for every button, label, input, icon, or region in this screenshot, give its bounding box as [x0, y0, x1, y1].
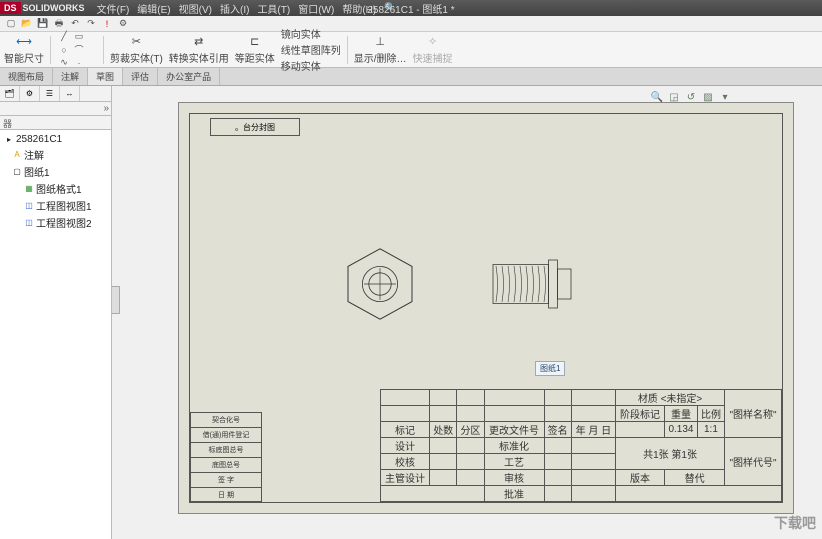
- sheet-icon: ▢: [12, 167, 22, 177]
- title-box: 。台分封图: [210, 118, 300, 136]
- smart-dimension-button[interactable]: ⟷ 智能尺寸: [4, 35, 44, 65]
- feature-tree: ▸258261C1 A注解 ▢图纸1 ▦图纸格式1 ◫工程图视图1 ◫工程图视图…: [0, 130, 111, 539]
- convert-icon: ⇄: [190, 35, 208, 49]
- options-icon[interactable]: ⚙: [116, 18, 130, 30]
- open-icon[interactable]: 📂: [20, 18, 34, 30]
- fm-tab-dim[interactable]: ↔: [60, 86, 80, 101]
- thread-side-view[interactable]: [490, 254, 580, 314]
- pattern-button[interactable]: 线性草图阵列: [281, 42, 341, 57]
- format-icon: ▦: [24, 184, 34, 194]
- menu-file[interactable]: 文件(F): [97, 1, 130, 16]
- show-delete-button[interactable]: ⊥ 显示/删除…: [354, 35, 407, 65]
- undo-icon[interactable]: ↶: [68, 18, 82, 30]
- trim-button[interactable]: ✂ 剪裁实体(T): [110, 35, 163, 65]
- app-logo: DS: [0, 2, 21, 14]
- menu-view[interactable]: 视图(V): [179, 1, 212, 16]
- app-brand: SOLIDWORKS: [23, 3, 85, 13]
- view-icon: ◫: [24, 201, 34, 211]
- command-tabs: 视图布局 注解 草图 评估 办公室产品: [0, 68, 822, 86]
- menu-edit[interactable]: 编辑(E): [137, 1, 170, 16]
- title-block-table: 材质 <未指定>"图样名称" 阶段标记重量比例 标记处数分区更改文件号签名年 月…: [380, 389, 782, 502]
- offset-icon: ⊏: [246, 35, 264, 49]
- relations-icon: ⊥: [371, 35, 389, 49]
- rect-icon[interactable]: ▭: [72, 31, 86, 43]
- move-button[interactable]: 移动实体: [281, 58, 341, 73]
- offset-button[interactable]: ⊏ 等距实体: [235, 35, 275, 65]
- tab-evaluate[interactable]: 评估: [123, 68, 158, 85]
- title-block: 契合化号 借(通)用件登记 标底图总号 底图总号 签 字 日 期 材质 <未指定…: [190, 362, 782, 502]
- drawing-canvas[interactable]: 🔍 ◲ ↺ ▨ ▾ 。台分封图: [112, 86, 822, 539]
- separator: [50, 36, 51, 64]
- separator: [347, 36, 348, 64]
- tree-format[interactable]: ▦图纸格式1: [2, 180, 109, 197]
- save-icon[interactable]: 💾: [36, 18, 50, 30]
- hex-nut-view[interactable]: [340, 244, 420, 324]
- tree-sheet[interactable]: ▢图纸1: [2, 163, 109, 180]
- drawing-sheet: 。台分封图: [178, 102, 794, 514]
- tab-office[interactable]: 办公室产品: [158, 68, 220, 85]
- watermark: 下载吧: [774, 513, 816, 533]
- rebuild-icon[interactable]: !: [100, 18, 114, 30]
- line-icon[interactable]: ╱: [57, 31, 71, 43]
- print-icon[interactable]: 🖶: [52, 18, 66, 30]
- circle-icon[interactable]: ○: [57, 44, 71, 56]
- tab-sketch[interactable]: 草图: [88, 68, 123, 85]
- ribbon: ⟷ 智能尺寸 ╱ ▭ ○ ⌒ ∿ · ✂ 剪裁实体(T) ⇄ 转换实体引用 ⊏ …: [0, 32, 822, 68]
- view-icon: ◫: [24, 218, 34, 228]
- flyout-tab[interactable]: [112, 286, 120, 314]
- filter-input[interactable]: 器: [0, 116, 111, 130]
- drawing-icon: ▸: [4, 135, 14, 145]
- sheet-border: 。台分封图: [189, 113, 783, 503]
- menu-insert[interactable]: 插入(I): [220, 1, 249, 16]
- redo-icon[interactable]: ↷: [84, 18, 98, 30]
- spline-icon[interactable]: ∿: [57, 57, 71, 69]
- feature-manager-panel: 🗂 ⚙ ☰ ↔ » 器 ▸258261C1 A注解 ▢图纸1 ▦图纸格式1 ◫工…: [0, 86, 112, 539]
- point-icon[interactable]: ·: [72, 57, 86, 69]
- trim-icon: ✂: [127, 35, 145, 49]
- dimension-icon: ⟷: [15, 35, 33, 49]
- mirror-button[interactable]: 镜向实体: [281, 26, 341, 41]
- tree-annotations[interactable]: A注解: [2, 146, 109, 163]
- quick-access-toolbar: ▢ 📂 💾 🖶 ↶ ↷ ! ⚙: [0, 16, 822, 32]
- tree-view1[interactable]: ◫工程图视图1: [2, 197, 109, 214]
- fm-tab-tree[interactable]: 🗂: [0, 86, 20, 101]
- tree-root[interactable]: ▸258261C1: [2, 133, 109, 146]
- left-label-stack: 契合化号 借(通)用件登记 标底图总号 底图总号 签 字 日 期: [190, 412, 262, 502]
- tab-layout[interactable]: 视图布局: [0, 68, 53, 85]
- convert-button[interactable]: ⇄ 转换实体引用: [169, 35, 229, 65]
- doc-title: 258261C1 - 图纸1 *: [367, 1, 454, 16]
- sketch-tools-group: ╱ ▭ ○ ⌒ ∿ ·: [57, 31, 97, 69]
- quick-snap-button[interactable]: ✧ 快速捕捉: [413, 35, 453, 65]
- collapse-icon[interactable]: »: [103, 103, 109, 114]
- snap-icon: ✧: [424, 35, 442, 49]
- arc-icon[interactable]: ⌒: [72, 44, 86, 56]
- menu-tools[interactable]: 工具(T): [257, 1, 290, 16]
- fm-tab-config[interactable]: ☰: [40, 86, 60, 101]
- separator: [103, 36, 104, 64]
- menu-window[interactable]: 窗口(W): [298, 1, 334, 16]
- tree-view2[interactable]: ◫工程图视图2: [2, 214, 109, 231]
- tab-annotation[interactable]: 注解: [53, 68, 88, 85]
- new-icon[interactable]: ▢: [4, 18, 18, 30]
- fm-tab-prop[interactable]: ⚙: [20, 86, 40, 101]
- anno-icon: A: [12, 150, 22, 160]
